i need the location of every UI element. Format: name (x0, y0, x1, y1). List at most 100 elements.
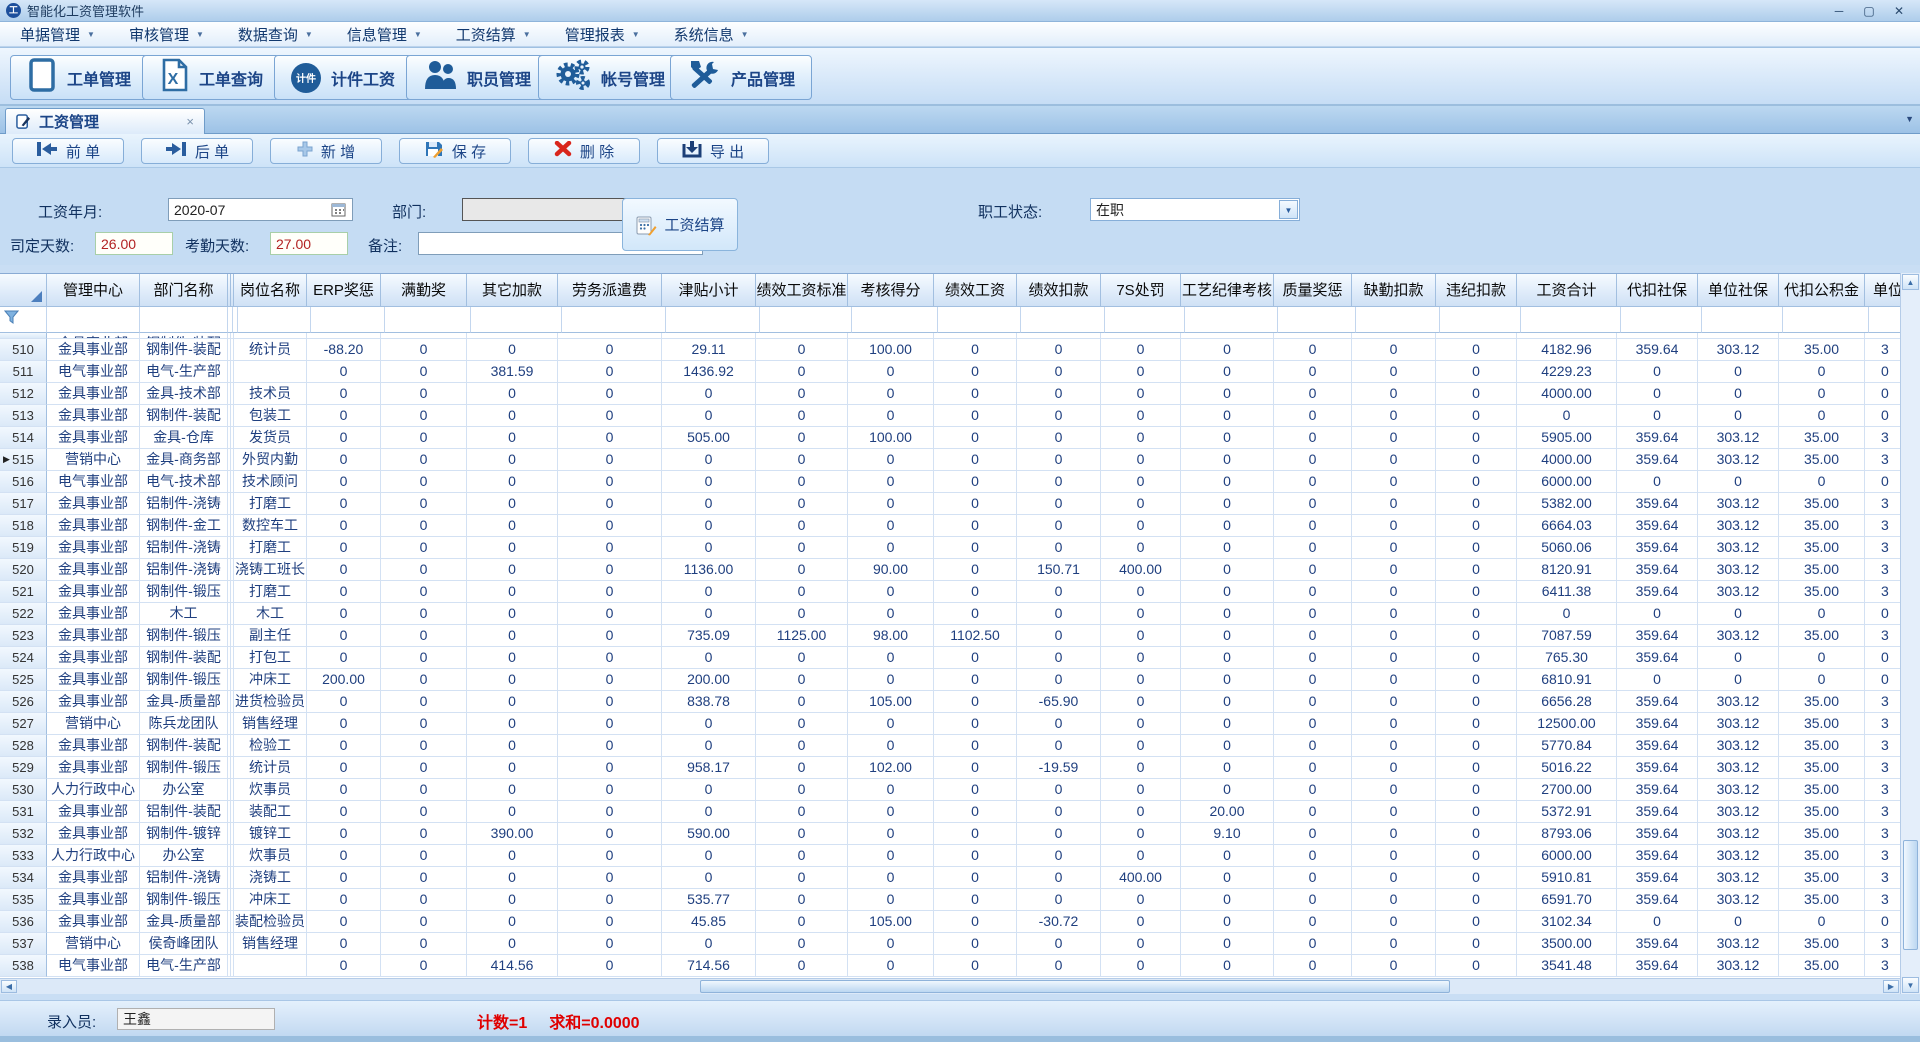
table-row[interactable]: 533人力行政中心办公室炊事员000000000000006000.00359.… (0, 845, 1900, 867)
salary-settle-button[interactable]: 工资结算 (622, 198, 738, 251)
filter-cell-22[interactable] (1783, 307, 1869, 333)
table-row[interactable]: 522金具事业部木工木工0000000000000000000 (0, 603, 1900, 625)
row-number-cell[interactable]: 523 (0, 625, 47, 647)
filter-cell-7[interactable] (471, 307, 562, 333)
toolbar-button-document-x[interactable]: X工单查询 (142, 55, 280, 100)
column-header-9[interactable]: 津贴小计 (662, 274, 756, 307)
column-header-19[interactable]: 工资合计 (1517, 274, 1617, 307)
row-number-cell[interactable]: 512 (0, 383, 47, 405)
column-header-14[interactable]: 7S处罚 (1101, 274, 1181, 307)
table-row[interactable]: 525金具事业部钢制件-锻压冲床工200.00000200.0000000000… (0, 669, 1900, 691)
filter-cell-1[interactable] (140, 307, 228, 333)
filter-cell-14[interactable] (1105, 307, 1185, 333)
row-number-cell[interactable]: 517 (0, 493, 47, 515)
record-button-delete[interactable]: 删 除 (528, 138, 640, 164)
filter-cell-21[interactable] (1702, 307, 1783, 333)
toolbar-button-piecework-circle[interactable]: 计件计件工资 (274, 55, 412, 100)
table-row[interactable]: 532金具事业部钢制件-镀锌镀锌工00390.000590.00000009.1… (0, 823, 1900, 845)
table-row[interactable]: 519金具事业部铝制件-浇铸打磨工000000000000005060.0635… (0, 537, 1900, 559)
table-row[interactable]: 516电气事业部电气-技术部技术顾问000000000000006000.000… (0, 471, 1900, 493)
row-number-cell[interactable]: 529 (0, 757, 47, 779)
filter-cell-15[interactable] (1185, 307, 1278, 333)
filter-cell-19[interactable] (1521, 307, 1621, 333)
filter-cell-12[interactable] (938, 307, 1021, 333)
grid-corner-cell[interactable] (0, 274, 47, 307)
record-button-export[interactable]: 导 出 (657, 138, 769, 164)
row-number-cell[interactable]: 522 (0, 603, 47, 625)
table-row[interactable]: 531金具事业部铝制件-装配装配工000000000020.000005372.… (0, 801, 1900, 823)
record-button-next-record[interactable]: 后 单 (141, 138, 253, 164)
maximize-icon[interactable]: ▢ (1854, 2, 1884, 20)
record-button-add[interactable]: 新 增 (270, 138, 382, 164)
menu-item-2[interactable]: 数据查询▼ (228, 23, 323, 46)
row-number-cell[interactable]: 526 (0, 691, 47, 713)
table-row[interactable]: 530人力行政中心办公室炊事员000000000000002700.00359.… (0, 779, 1900, 801)
toolbar-button-tools[interactable]: 产品管理 (670, 55, 812, 100)
menu-item-3[interactable]: 信息管理▼ (337, 23, 432, 46)
tab-salary-management[interactable]: 工资管理 × (5, 108, 205, 134)
column-header-16[interactable]: 质量奖惩 (1274, 274, 1352, 307)
table-row[interactable]: 520金具事业部铝制件-浇铸浇铸工班长00001136.00090.000150… (0, 559, 1900, 581)
attendance-days-input[interactable]: 27.00 (270, 232, 348, 255)
filter-cell-13[interactable] (1021, 307, 1105, 333)
scroll-left-icon[interactable]: ◀ (1, 980, 17, 993)
column-header-18[interactable]: 违纪扣款 (1436, 274, 1517, 307)
row-number-cell[interactable]: 521 (0, 581, 47, 603)
row-number-cell[interactable]: 527 (0, 713, 47, 735)
filter-cell-10[interactable] (760, 307, 852, 333)
table-row[interactable]: 536金具事业部金具-质量部装配检验员000045.850105.000-30.… (0, 911, 1900, 933)
table-row[interactable]: 511电气事业部电气-生产部00381.5901436.920000000004… (0, 361, 1900, 383)
row-number-cell[interactable]: 511 (0, 361, 47, 383)
row-number-cell[interactable]: 534 (0, 867, 47, 889)
tab-close-icon[interactable]: × (186, 114, 194, 129)
table-row[interactable]: 517金具事业部铝制件-浇铸打磨工000000000000005382.0035… (0, 493, 1900, 515)
row-number-cell[interactable]: 528 (0, 735, 47, 757)
table-row[interactable]: 512金具事业部金具-技术部技术员000000000000004000.0000… (0, 383, 1900, 405)
horizontal-scrollbar[interactable]: ◀ ▶ (0, 978, 1900, 994)
column-header-1[interactable]: 部门名称 (140, 274, 228, 307)
row-number-cell[interactable]: 510 (0, 339, 47, 361)
chevron-down-icon[interactable]: ▼ (1279, 200, 1298, 219)
table-row[interactable]: 513金具事业部钢制件-装配包装工0000000000000000000 (0, 405, 1900, 427)
table-row[interactable]: ▶515营销中心金具-商务部外贸内勤000000000000004000.003… (0, 449, 1900, 471)
menu-item-0[interactable]: 单据管理▼ (10, 23, 105, 46)
table-row[interactable]: 521金具事业部钢制件-锻压打磨工000000000000006411.3835… (0, 581, 1900, 603)
vertical-scrollbar[interactable]: ▲ ▼ (1900, 273, 1920, 994)
filter-row-funnel-cell[interactable] (0, 307, 47, 333)
table-row[interactable]: 527营销中心陈兵龙团队销售经理0000000000000012500.0035… (0, 713, 1900, 735)
table-row[interactable]: 537营销中心侯奇峰团队销售经理000000000000003500.00359… (0, 933, 1900, 955)
employee-status-select[interactable]: 在职 ▼ (1090, 198, 1300, 221)
salary-month-input[interactable]: 2020-07 (168, 198, 353, 221)
column-header-20[interactable]: 代扣社保 (1617, 274, 1698, 307)
table-row[interactable]: 534金具事业部铝制件-浇铸浇铸工000000000400.0000005910… (0, 867, 1900, 889)
table-row[interactable]: 526金具事业部金具-质量部进货检验员0000838.780105.000-65… (0, 691, 1900, 713)
filter-cell-0[interactable] (47, 307, 140, 333)
filter-cell-5[interactable] (311, 307, 385, 333)
minimize-icon[interactable]: ─ (1824, 2, 1854, 20)
column-header-22[interactable]: 代扣公积金 (1779, 274, 1865, 307)
close-icon[interactable]: ✕ (1884, 2, 1914, 20)
row-number-cell[interactable]: 531 (0, 801, 47, 823)
table-row[interactable]: 528金具事业部钢制件-装配检验工000000000000005770.8435… (0, 735, 1900, 757)
fixed-days-input[interactable]: 26.00 (95, 232, 173, 255)
column-header-12[interactable]: 绩效工资 (934, 274, 1017, 307)
row-number-cell[interactable]: 518 (0, 515, 47, 537)
table-row[interactable]: 510金具事业部钢制件-装配统计员-88.2000029.110100.0000… (0, 339, 1900, 361)
row-number-cell[interactable]: 532 (0, 823, 47, 845)
calendar-icon[interactable] (331, 202, 347, 218)
row-number-cell[interactable]: 514 (0, 427, 47, 449)
filter-cell-23[interactable] (1869, 307, 1900, 333)
column-header-8[interactable]: 劳务派遣费 (558, 274, 662, 307)
row-number-cell[interactable]: 513 (0, 405, 47, 427)
row-number-cell[interactable]: 536 (0, 911, 47, 933)
menu-item-5[interactable]: 管理报表▼ (555, 23, 650, 46)
row-number-cell[interactable]: 524 (0, 647, 47, 669)
table-row[interactable]: 529金具事业部钢制件-锻压统计员0000958.170102.000-19.5… (0, 757, 1900, 779)
filter-cell-17[interactable] (1356, 307, 1440, 333)
tab-overflow-icon[interactable]: ▼ (1905, 114, 1914, 124)
toolbar-button-gears[interactable]: 帐号管理 (538, 55, 682, 100)
row-number-cell[interactable]: 535 (0, 889, 47, 911)
row-number-cell[interactable]: 538 (0, 955, 47, 977)
row-number-cell[interactable]: 530 (0, 779, 47, 801)
record-button-save[interactable]: 保 存 (399, 138, 511, 164)
